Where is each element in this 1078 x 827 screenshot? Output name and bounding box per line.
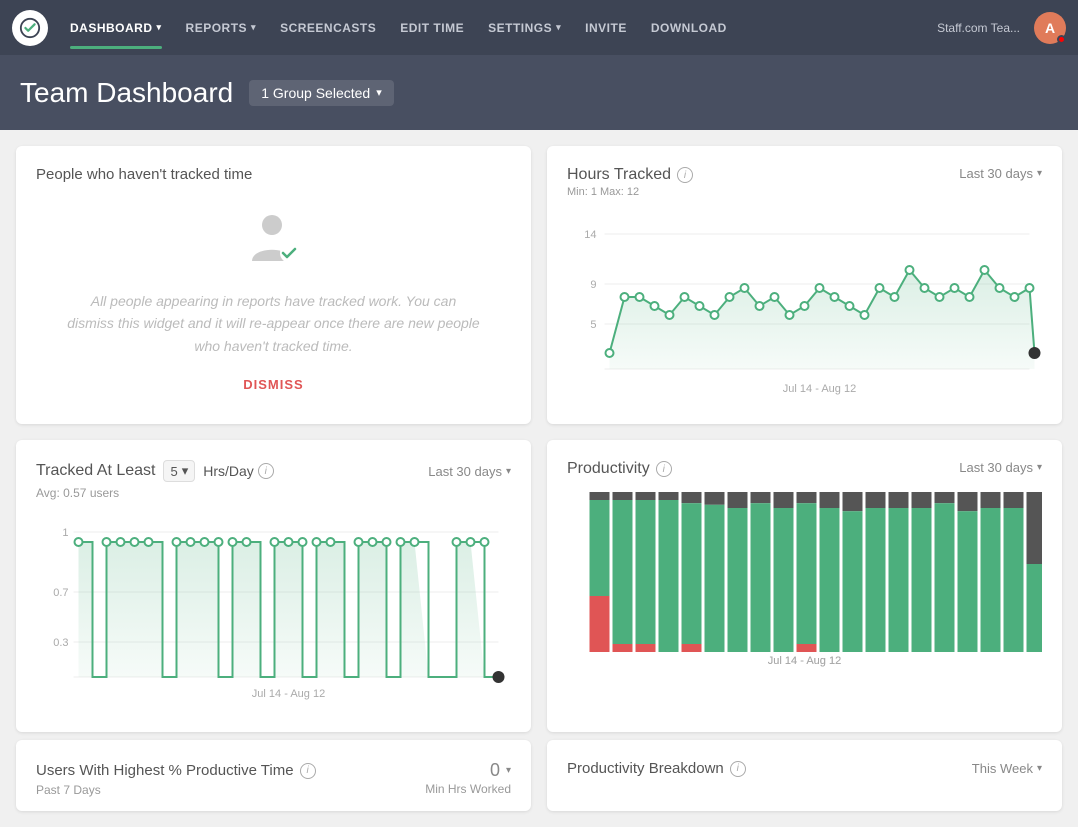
svg-text:0.7: 0.7 [53,587,68,599]
chevron-down-icon: ▾ [506,466,511,477]
person-check-icon [244,211,304,278]
logo[interactable] [12,10,48,46]
info-icon[interactable]: i [677,167,693,183]
info-icon[interactable]: i [258,463,274,479]
threshold-selector[interactable]: 5 ▾ [163,460,195,482]
count-badge: 0 [490,760,500,781]
chevron-down-icon: ▾ [182,463,189,479]
info-icon[interactable]: i [730,761,746,777]
info-icon[interactable]: i [300,763,316,779]
chevron-down-icon[interactable]: ▾ [506,765,511,776]
chevron-down-icon: ▾ [1037,462,1042,473]
group-selector[interactable]: 1 Group Selected ▾ [249,80,394,106]
widget-title: People who haven't tracked time [36,166,511,183]
page-title: Team Dashboard [20,77,233,109]
tracked-chart: 1 0.7 0.3 [36,512,511,707]
svg-text:Jul 14 - Aug 12: Jul 14 - Aug 12 [768,655,841,667]
dashboard-grid: People who haven't tracked time All peop… [0,130,1078,748]
widget-header: Tracked At Least 5 ▾ Hrs/Day i Last 30 d… [36,460,511,482]
date-range-selector[interactable]: Last 30 days ▾ [428,464,511,479]
info-icon[interactable]: i [656,461,672,477]
empty-message: All people appearing in reports have tra… [66,290,481,357]
chevron-down-icon: ▾ [376,86,382,99]
tracked-at-least-widget: Tracked At Least 5 ▾ Hrs/Day i Last 30 d… [16,440,531,732]
widget-title: Tracked At Least [36,462,155,480]
nav-invite[interactable]: INVITE [575,15,637,41]
unit-label: Hrs/Day i [203,463,274,479]
chevron-down-icon: ▾ [251,22,256,33]
date-range-selector[interactable]: Last 30 days ▾ [959,166,1042,181]
widget-header: Hours Tracked i Min: 1 Max: 12 Last 30 d… [567,166,1042,210]
widget-header: Productivity Breakdown i This Week ▾ [567,760,1042,777]
chevron-down-icon: ▾ [157,22,162,33]
org-name: Staff.com Tea... [937,21,1020,35]
nav-reports[interactable]: REPORTS ▾ [176,15,267,41]
avatar[interactable]: A [1034,12,1066,44]
people-not-tracked-widget: People who haven't tracked time All peop… [16,146,531,424]
notification-dot [1057,35,1066,44]
empty-state: All people appearing in reports have tra… [36,191,511,402]
svg-text:Jul 14 - Aug 12: Jul 14 - Aug 12 [252,688,325,700]
nav-screencasts[interactable]: SCREENCASTS [270,15,386,41]
productivity-breakdown-widget: Productivity Breakdown i This Week ▾ [547,740,1062,811]
hours-tracked-widget: Hours Tracked i Min: 1 Max: 12 Last 30 d… [547,146,1062,424]
widget-title: Users With Highest % Productive Time [36,762,294,779]
min-hrs-label: Min Hrs Worked [425,782,511,796]
widget-header: Users With Highest % Productive Time i 0… [36,760,511,781]
hours-chart: 14 9 5 [567,214,1042,399]
svg-text:Jul 14 - Aug 12: Jul 14 - Aug 12 [783,383,856,395]
nav-download[interactable]: DOWNLOAD [641,15,737,41]
chevron-down-icon: ▾ [1037,168,1042,179]
productivity-chart: Jul 14 - Aug 12 Jul 14 - Aug 12 [567,482,1042,667]
navbar: DASHBOARD ▾ REPORTS ▾ SCREENCASTS EDIT T… [0,0,1078,55]
svg-text:5: 5 [590,319,596,331]
widget-title: Productivity Breakdown [567,760,724,777]
productivity-widget: Productivity i Last 30 days ▾ Jul 14 - A… [547,440,1062,732]
page-header: Team Dashboard 1 Group Selected ▾ [0,55,1078,130]
svg-text:1: 1 [62,527,68,539]
chart-subtitle: Min: 1 Max: 12 [567,186,693,198]
svg-text:9: 9 [590,279,596,291]
chevron-down-icon: ▾ [1037,763,1042,774]
widget-header: Productivity i Last 30 days ▾ [567,460,1042,478]
nav-edit-time[interactable]: EDIT TIME [390,15,474,41]
dismiss-button[interactable]: DISMISS [243,377,303,392]
nav-settings[interactable]: SETTINGS ▾ [478,15,571,41]
svg-text:0.3: 0.3 [53,637,68,649]
bottom-row: Users With Highest % Productive Time i 0… [0,740,1078,827]
date-range-selector[interactable]: This Week ▾ [972,761,1042,776]
nav-dashboard[interactable]: DASHBOARD ▾ [60,15,172,41]
avg-label: Avg: 0.57 users [36,486,511,500]
sub-label: Past 7 Days [36,783,101,797]
svg-text:14: 14 [584,229,596,241]
date-range-selector[interactable]: Last 30 days ▾ [959,460,1042,475]
chevron-down-icon: ▾ [556,22,561,33]
users-productive-widget: Users With Highest % Productive Time i 0… [16,740,531,811]
widget-title: Productivity [567,460,650,478]
widget-title: Hours Tracked [567,166,671,184]
